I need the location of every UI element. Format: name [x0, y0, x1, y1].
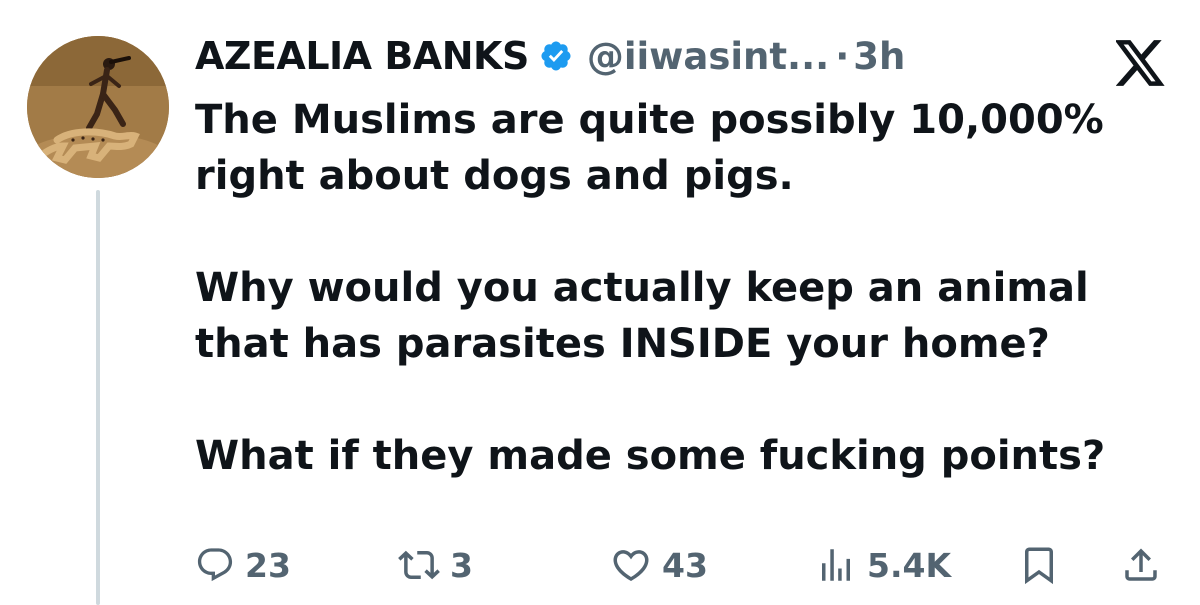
reply-icon: [195, 545, 235, 585]
separator-dot: ·: [835, 34, 850, 78]
repost-button[interactable]: 3: [398, 540, 473, 590]
handle[interactable]: @iiwasint...: [587, 35, 829, 78]
share-button[interactable]: [1120, 540, 1162, 590]
like-button[interactable]: 43: [610, 540, 708, 590]
tweet-text: The Muslims are quite possibly 10,000% r…: [195, 92, 1175, 484]
tweet-paragraph: What if they made some fucking points?: [195, 433, 1106, 479]
views-count: 5.4K: [867, 545, 952, 585]
tweet-paragraph: Why would you actually keep an animal th…: [195, 265, 1089, 367]
reply-button[interactable]: 23: [195, 540, 291, 590]
reply-count: 23: [245, 545, 291, 585]
action-bar: 23 3 43 5.4K: [0, 540, 1200, 590]
repost-count: 3: [450, 545, 473, 585]
display-name[interactable]: AZEALIA BANKS: [195, 34, 529, 78]
tweet-header: AZEALIA BANKS @iiwasint... · 3h: [195, 30, 905, 82]
like-count: 43: [662, 545, 708, 585]
heart-icon: [610, 544, 652, 586]
x-logo-icon: [1114, 40, 1166, 86]
verified-badge-icon: [539, 39, 573, 73]
repost-icon: [398, 544, 440, 586]
avatar[interactable]: [27, 36, 169, 178]
views-button[interactable]: 5.4K: [815, 540, 951, 590]
bookmark-icon: [1018, 544, 1060, 586]
bookmark-button[interactable]: [1018, 540, 1060, 590]
views-chart-icon: [815, 544, 857, 586]
timestamp[interactable]: 3h: [853, 35, 905, 78]
share-icon: [1120, 544, 1162, 586]
tweet-card: AZEALIA BANKS @iiwasint... · 3h The Musl…: [0, 0, 1200, 605]
tweet-paragraph: The Muslims are quite possibly 10,000% r…: [195, 97, 1104, 199]
